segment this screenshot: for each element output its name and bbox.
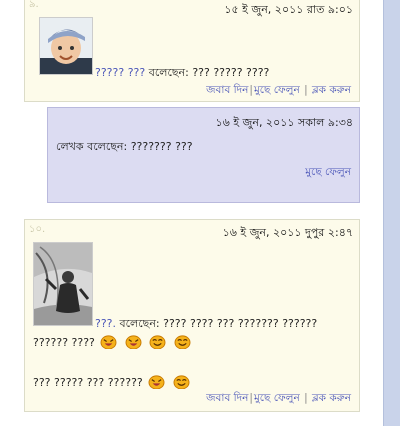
reply-text: ??????? ???: [130, 140, 193, 153]
laughing-emoji-icon: [173, 375, 190, 389]
delete-link[interactable]: মুছে ফেলুন: [254, 84, 300, 96]
laughing-emoji-icon: [148, 375, 165, 389]
block-link[interactable]: ব্লক করুন: [312, 84, 351, 96]
said-label: বলেছেন:: [87, 140, 128, 153]
laughing-emoji-icon: [149, 335, 166, 349]
page-sidebar-edge: [383, 0, 400, 426]
comment-body-line-2: ?????? ????: [33, 334, 193, 349]
comment-actions: জবাব দিন|মুছে ফেলুন | ব্লক করুন: [206, 392, 351, 404]
reply-body: লেখক বলেছেন: ??????? ???: [56, 138, 193, 157]
said-label: বলেছেন:: [148, 66, 189, 79]
comment-card: ৯. ১৫ ই জুন, ২০১১ রাত ৯:০১ ????? ??? বলে…: [24, 0, 360, 102]
comment-number: ৯.: [29, 0, 39, 10]
comment-author-link[interactable]: ????? ???: [95, 66, 145, 79]
avatar: [33, 242, 93, 326]
comment-date: ১৫ ই জুন, ২০১১ রাত ৯:০১: [224, 3, 353, 16]
comment-author-link[interactable]: ???.: [95, 317, 116, 330]
said-label: বলেছেন:: [119, 317, 160, 330]
comment-body: ????? ??? বলেছেন: ??? ????? ????: [95, 64, 269, 83]
delete-link[interactable]: মুছে ফেলুন: [305, 166, 351, 178]
laughing-emoji-icon: [174, 335, 191, 349]
laughing-emoji-icon: [125, 335, 142, 349]
reply-author: লেখক: [56, 140, 84, 153]
comment-text: ??? ????? ????: [192, 66, 270, 79]
comment-body-line-3: ??? ????? ??? ??????: [33, 374, 192, 389]
comment-date: ১৬ ই জুন, ২০১১ দুপুর ২:৪৭: [222, 226, 353, 239]
avatar: [39, 17, 93, 75]
comment-text-line-3: ??? ????? ??? ??????: [33, 376, 143, 389]
reply-date: ১৬ ই জুন, ২০১১ সকাল ৯:৩৪: [215, 116, 353, 129]
comment-actions: জবাব দিন|মুছে ফেলুন | ব্লক করুন: [206, 84, 351, 96]
comment-body-line-1: ???. বলেছেন: ???? ???? ??? ??????? ?????…: [95, 315, 317, 334]
block-link[interactable]: ব্লক করুন: [312, 392, 351, 404]
laughing-emoji-icon: [100, 335, 117, 349]
comment-number: ১০.: [29, 224, 46, 235]
reply-actions: মুছে ফেলুন: [305, 165, 351, 182]
author-reply-card: ১৬ ই জুন, ২০১১ সকাল ৯:৩৪ লেখক বলেছেন: ??…: [47, 107, 360, 203]
reply-link[interactable]: জবাব দিন: [206, 84, 248, 96]
comment-text-line-2: ?????? ????: [33, 336, 95, 349]
comment-card: ১০. ১৬ ই জুন, ২০১১ দুপুর ২:৪৭ ???. বলেছে…: [24, 219, 360, 412]
comment-text-line-1: ???? ???? ??? ??????? ??????: [163, 317, 318, 330]
delete-link[interactable]: মুছে ফেলুন: [254, 392, 300, 404]
reply-link[interactable]: জবাব দিন: [206, 392, 248, 404]
